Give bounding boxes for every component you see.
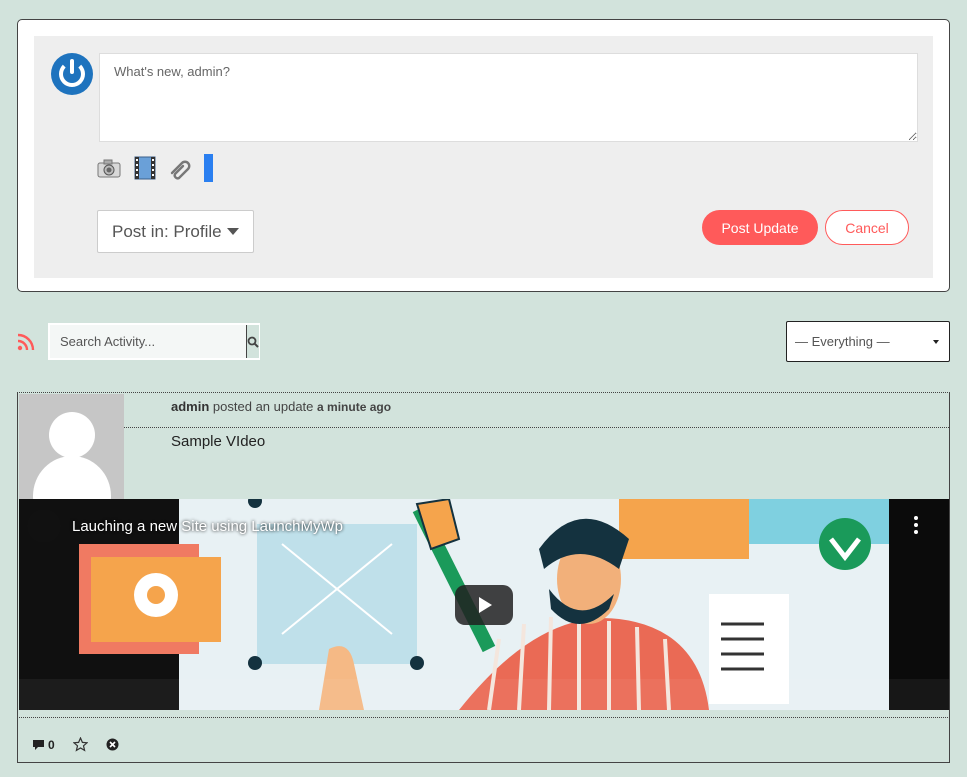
post-update-form: Post in: Profile Post Update Cancel (17, 19, 950, 292)
video-embed[interactable]: Lauching a new Site using LaunchMyWp (19, 499, 949, 710)
activity-header: admin posted an update a minute ago (171, 399, 391, 414)
avatar-head (49, 412, 95, 458)
activity-filter-dropdown[interactable]: — Everything — (786, 321, 950, 362)
activity-search (48, 323, 260, 360)
favorite-button[interactable] (72, 737, 88, 752)
post-in-label: Post in: Profile (112, 221, 222, 241)
user-avatar[interactable] (19, 394, 124, 500)
search-activity-input[interactable] (50, 325, 246, 358)
star-icon (72, 737, 88, 752)
filter-selected-value: — Everything — (795, 334, 890, 349)
caret-down-icon (933, 339, 939, 344)
activity-item: admin posted an update a minute ago Samp… (17, 392, 950, 763)
media-toolbar (96, 153, 213, 183)
camera-icon[interactable] (96, 155, 122, 181)
user-avatar-small[interactable] (51, 53, 93, 95)
activity-meta: 0 (32, 737, 119, 752)
search-icon (247, 336, 259, 348)
header-divider (124, 427, 949, 428)
activity-user-link[interactable]: admin (171, 399, 209, 414)
post-in-dropdown[interactable]: Post in: Profile (97, 210, 254, 253)
post-form-inner: Post in: Profile Post Update Cancel (34, 36, 933, 278)
avatar-body (33, 456, 111, 500)
close-circle-icon (106, 738, 119, 751)
video-title[interactable]: Lauching a new Site using LaunchMyWp (72, 518, 343, 535)
activity-content: Sample VIdeo (171, 433, 266, 450)
activity-time[interactable]: a minute ago (317, 400, 391, 414)
film-icon[interactable] (132, 155, 158, 181)
cancel-button[interactable]: Cancel (825, 210, 909, 245)
play-icon (479, 597, 492, 613)
channel-logo[interactable] (27, 509, 61, 543)
footer-divider (19, 717, 948, 718)
activity-action: posted an update (212, 399, 314, 414)
attachment-icon[interactable] (168, 155, 194, 181)
search-button[interactable] (246, 325, 259, 358)
comment-button[interactable]: 0 (32, 738, 55, 752)
whats-new-textarea[interactable] (99, 53, 918, 142)
text-cursor-marker (204, 154, 213, 182)
comment-count: 0 (48, 737, 55, 752)
chevron-down-icon (227, 228, 239, 235)
play-button[interactable] (455, 585, 513, 625)
video-more-menu-icon[interactable] (912, 516, 920, 534)
post-update-button[interactable]: Post Update (702, 210, 818, 245)
comment-icon (33, 739, 44, 750)
delete-button[interactable] (106, 738, 119, 751)
rss-icon[interactable] (17, 333, 35, 351)
